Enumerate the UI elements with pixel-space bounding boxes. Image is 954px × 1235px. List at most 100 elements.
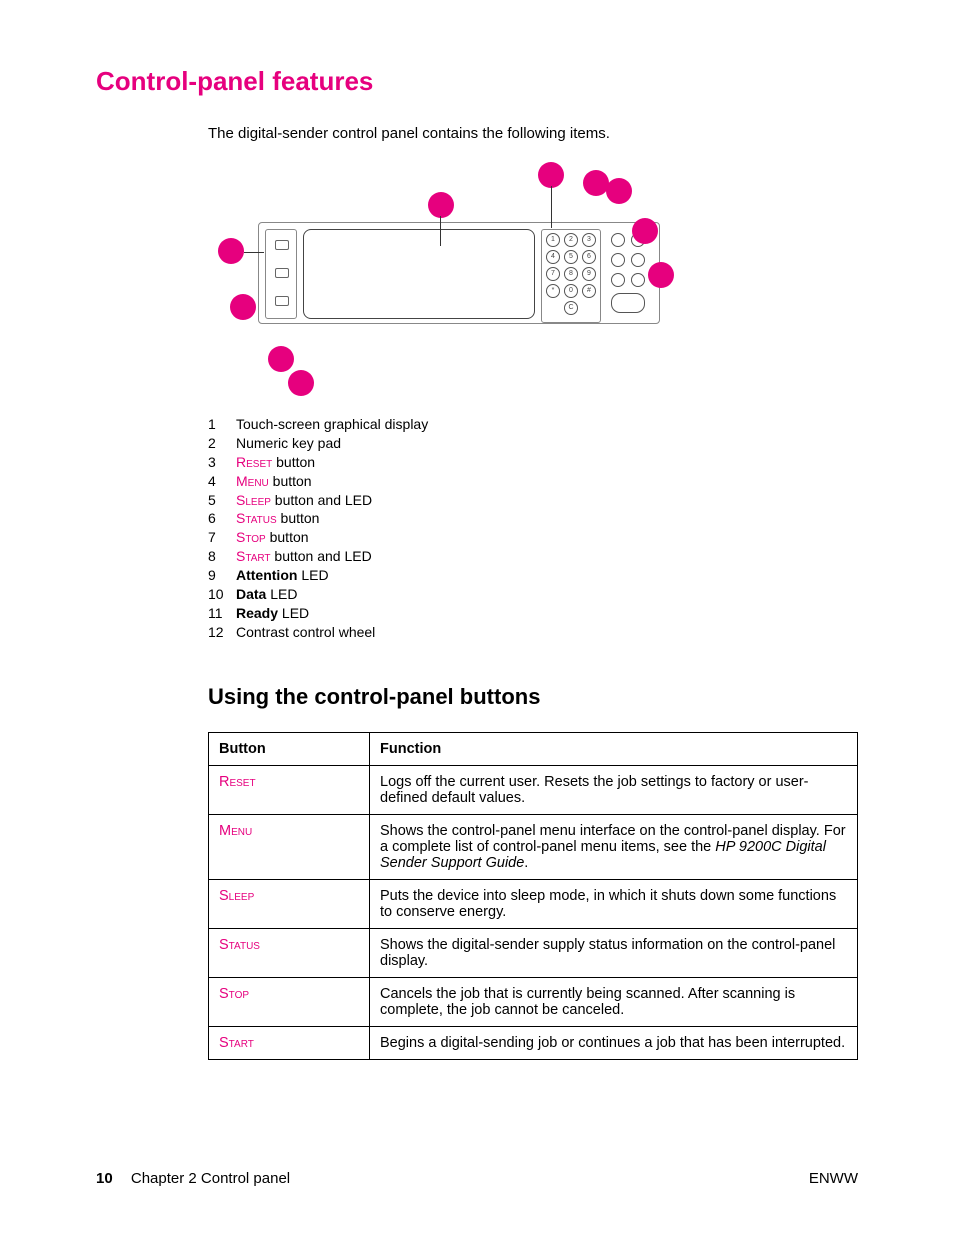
legend-number: 5 <box>208 491 236 510</box>
keypad-key-icon: 2 <box>564 233 578 247</box>
table-row: StatusShows the digital-sender supply st… <box>209 928 858 977</box>
table-row: StopCancels the job that is currently be… <box>209 977 858 1026</box>
legend-text: Reset button <box>236 453 315 472</box>
device-outline: 123456789*0#C <box>258 222 660 324</box>
led-column <box>265 229 297 319</box>
small-button-icon <box>611 273 625 287</box>
legend-row: 8Start button and LED <box>208 547 858 566</box>
small-button-icon <box>611 253 625 267</box>
legend-number: 4 <box>208 472 236 491</box>
legend-text: Contrast control wheel <box>236 623 375 642</box>
table-header-button: Button <box>209 732 370 765</box>
intro-text: The digital-sender control panel contain… <box>208 125 858 142</box>
legend-number: 10 <box>208 585 236 604</box>
legend-number: 2 <box>208 434 236 453</box>
function-cell: Cancels the job that is currently being … <box>370 977 858 1026</box>
keypad-key-icon <box>582 301 594 313</box>
keypad-key-icon: 5 <box>564 250 578 264</box>
button-name-cell: Start <box>209 1026 370 1059</box>
led-icon <box>275 296 289 306</box>
legend-text: Attention LED <box>236 566 329 585</box>
keypad-key-icon: 0 <box>564 284 578 298</box>
legend-row: 3Reset button <box>208 453 858 472</box>
led-icon <box>275 240 289 250</box>
callout-dot-icon <box>268 346 294 372</box>
keypad-key-icon: 3 <box>582 233 596 247</box>
legend-row: 12Contrast control wheel <box>208 623 858 642</box>
keypad-key-icon: 1 <box>546 233 560 247</box>
legend-list: 1Touch-screen graphical display2Numeric … <box>208 415 858 642</box>
leader-line-icon <box>551 186 552 228</box>
callout-dot-icon <box>428 192 454 218</box>
button-name-cell: Reset <box>209 765 370 814</box>
legend-row: 9Attention LED <box>208 566 858 585</box>
keypad-key-icon: C <box>564 301 578 315</box>
legend-row: 1Touch-screen graphical display <box>208 415 858 434</box>
keypad-key-icon <box>548 301 560 313</box>
table-row: ResetLogs off the current user. Resets t… <box>209 765 858 814</box>
keypad-key-icon: 6 <box>582 250 596 264</box>
legend-row: 5Sleep button and LED <box>208 491 858 510</box>
leader-line-icon <box>244 252 264 253</box>
legend-row: 7Stop button <box>208 528 858 547</box>
table-row: SleepPuts the device into sleep mode, in… <box>209 879 858 928</box>
legend-text: Numeric key pad <box>236 434 341 453</box>
function-cell: Begins a digital-sending job or continue… <box>370 1026 858 1059</box>
button-name-cell: Menu <box>209 814 370 879</box>
legend-text: Start button and LED <box>236 547 372 566</box>
led-icon <box>275 268 289 278</box>
small-button-icon <box>611 233 625 247</box>
control-panel-diagram: 123456789*0#C <box>218 162 648 397</box>
legend-text: Stop button <box>236 528 309 547</box>
legend-text: Ready LED <box>236 604 309 623</box>
legend-text: Sleep button and LED <box>236 491 372 510</box>
leader-line-icon <box>440 216 441 246</box>
numeric-keypad-icon: 123456789*0#C <box>541 229 601 323</box>
keypad-key-icon: 4 <box>546 250 560 264</box>
legend-row: 2Numeric key pad <box>208 434 858 453</box>
callout-dot-icon <box>648 262 674 288</box>
touch-screen-icon <box>303 229 535 319</box>
legend-number: 12 <box>208 623 236 642</box>
button-function-table: Button Function ResetLogs off the curren… <box>208 732 858 1060</box>
legend-text: Status button <box>236 509 319 528</box>
small-button-icon <box>631 273 645 287</box>
callout-dot-icon <box>218 238 244 264</box>
keypad-key-icon: 7 <box>546 267 560 281</box>
callout-dot-icon <box>230 294 256 320</box>
legend-row: 4Menu button <box>208 472 858 491</box>
legend-number: 7 <box>208 528 236 547</box>
legend-number: 11 <box>208 604 236 623</box>
legend-number: 1 <box>208 415 236 434</box>
small-button-icon <box>631 253 645 267</box>
legend-text: Menu button <box>236 472 312 491</box>
table-row: MenuShows the control-panel menu interfa… <box>209 814 858 879</box>
keypad-key-icon: * <box>546 284 560 298</box>
button-name-cell: Status <box>209 928 370 977</box>
legend-row: 11Ready LED <box>208 604 858 623</box>
keypad-key-icon: # <box>582 284 596 298</box>
chapter-label: Chapter 2 Control panel <box>131 1170 290 1187</box>
start-button-icon <box>611 293 645 313</box>
keypad-key-icon: 9 <box>582 267 596 281</box>
callout-dot-icon <box>288 370 314 396</box>
legend-number: 9 <box>208 566 236 585</box>
table-row: StartBegins a digital-sending job or con… <box>209 1026 858 1059</box>
callout-dot-icon <box>538 162 564 188</box>
callout-dot-icon <box>606 178 632 204</box>
button-name-cell: Stop <box>209 977 370 1026</box>
page-footer: 10 Chapter 2 Control panel ENWW <box>96 1170 858 1187</box>
footer-right: ENWW <box>809 1170 858 1187</box>
page-number: 10 <box>96 1170 113 1187</box>
legend-row: 6Status button <box>208 509 858 528</box>
function-cell: Shows the control-panel menu interface o… <box>370 814 858 879</box>
table-header-function: Function <box>370 732 858 765</box>
footer-left: 10 Chapter 2 Control panel <box>96 1170 290 1187</box>
legend-number: 8 <box>208 547 236 566</box>
callout-dot-icon <box>632 218 658 244</box>
legend-row: 10Data LED <box>208 585 858 604</box>
button-name-cell: Sleep <box>209 879 370 928</box>
subsection-title: Using the control-panel buttons <box>208 684 858 710</box>
legend-text: Data LED <box>236 585 297 604</box>
function-cell: Logs off the current user. Resets the jo… <box>370 765 858 814</box>
